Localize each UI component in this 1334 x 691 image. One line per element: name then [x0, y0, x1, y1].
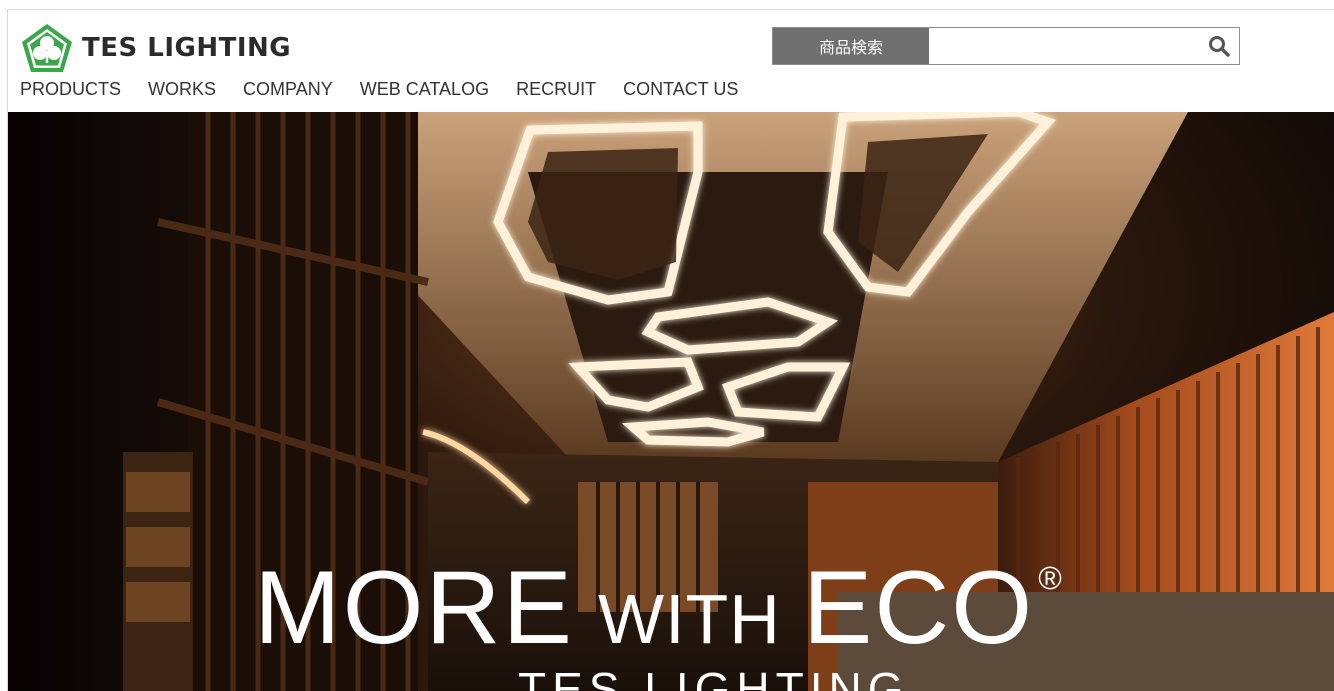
nav-recruit[interactable]: RECRUIT [516, 78, 596, 100]
magnifier-icon [1209, 36, 1230, 57]
headline-eco: ECO [802, 550, 1035, 666]
search-button[interactable] [1199, 28, 1239, 64]
site-header: TES LIGHTING 商品検索 PRODUCTS WORKS COMPANY… [8, 10, 1334, 112]
main-nav: PRODUCTS WORKS COMPANY WEB CATALOG RECRU… [20, 78, 738, 100]
nav-company[interactable]: COMPANY [243, 78, 333, 100]
hero-headline: MORE WITH ECO ® [254, 556, 1062, 660]
search-input[interactable] [929, 28, 1199, 64]
nav-products[interactable]: PRODUCTS [20, 78, 121, 100]
nav-web-catalog[interactable]: WEB CATALOG [360, 78, 489, 100]
search-label: 商品検索 [773, 28, 929, 64]
brand-logo[interactable]: TES LIGHTING [20, 22, 291, 74]
window-top-edge [0, 0, 1334, 10]
headline-more: MORE [254, 550, 574, 666]
hero-subheadline: TES LIGHTING [518, 663, 910, 691]
product-search: 商品検索 [772, 27, 1240, 65]
headline-with: WITH [598, 580, 781, 658]
hero-banner: MORE WITH ECO ® TES LIGHTING [8, 112, 1334, 691]
registered-mark: ® [1038, 560, 1062, 596]
nav-works[interactable]: WORKS [148, 78, 216, 100]
nav-contact-us[interactable]: CONTACT US [623, 78, 738, 100]
brand-name: TES LIGHTING [82, 33, 292, 63]
clover-logo-icon [22, 24, 72, 72]
window-left-edge [0, 9, 8, 691]
